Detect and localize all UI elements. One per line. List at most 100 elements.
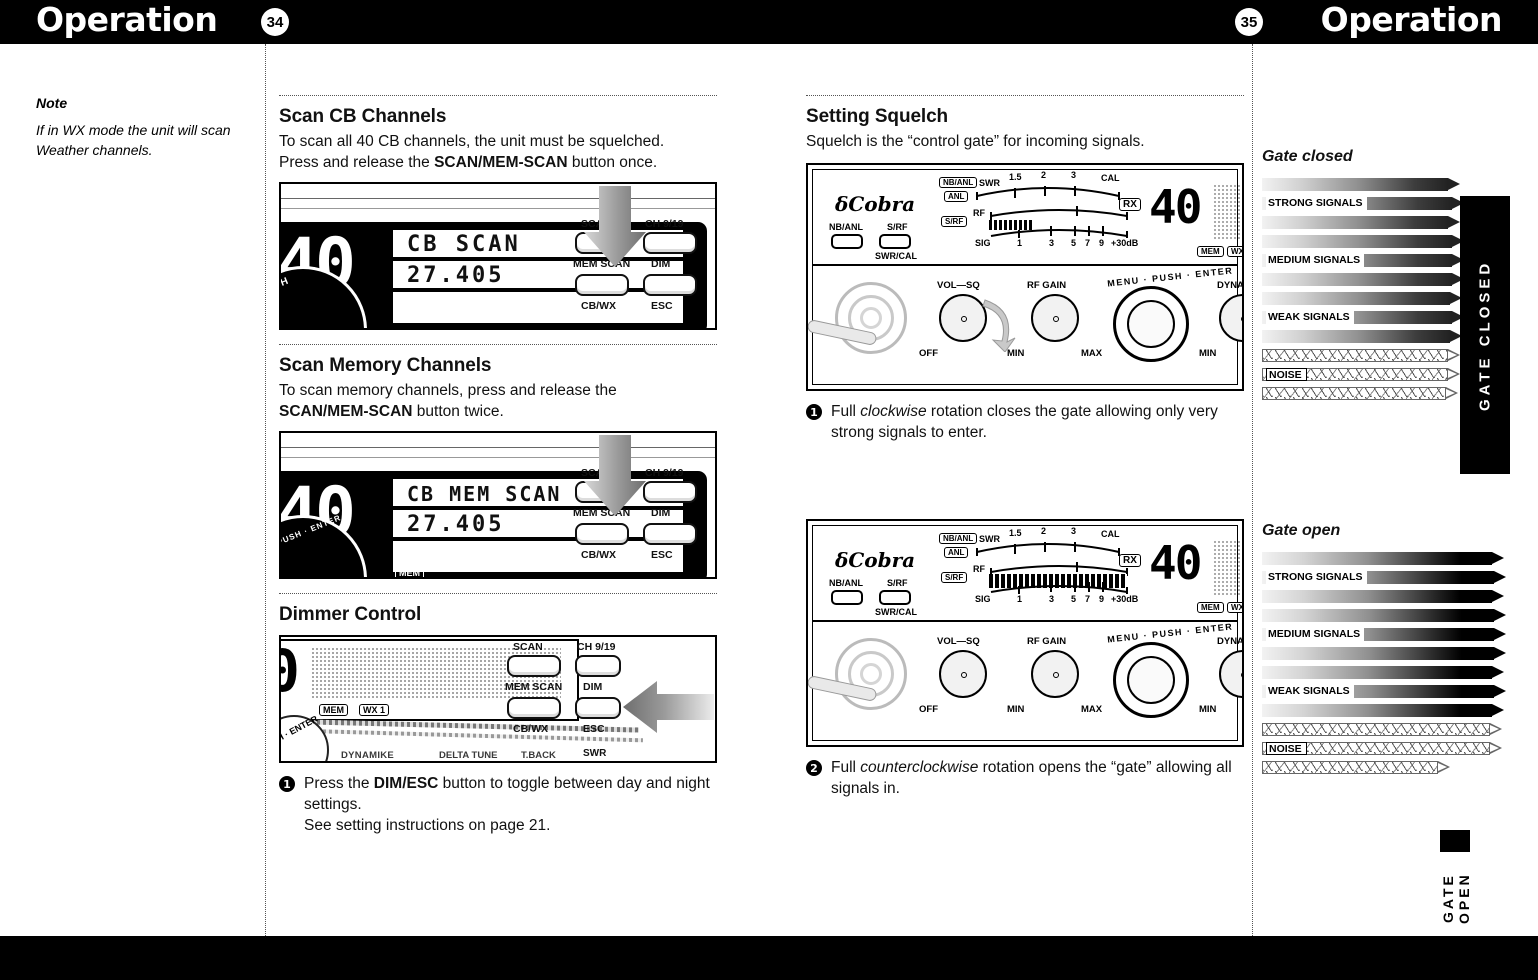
button-dim-esc-2[interactable] [643,523,697,545]
rf-meter-arc [990,206,1128,220]
knob-volume-squelch-2[interactable] [939,650,987,698]
rotation-arrow-clockwise [982,299,1016,352]
panel-display-area-2: δCobra NB/ANL S/RF SWR/CAL NB/ANL ANL S/… [813,526,1242,622]
knob-menu-2[interactable] [1113,642,1189,718]
label-dim-2: DIM [651,507,671,519]
button-nb-anl[interactable] [831,234,863,249]
step-squelch-1: 1 Full clockwise rotation closes the gat… [806,401,1244,443]
label-vol-sq-1: VOL—SQ [937,280,980,291]
section-subtitle-squelch: Squelch is the “control gate” for incomi… [806,133,1145,150]
label-dim-3: DIM [583,681,603,693]
section-rule [279,95,717,96]
sig-row [1262,704,1508,717]
swr-tick-3-2: 3 [1071,526,1077,536]
label-strong-signals: STRONG SIGNALS [1266,197,1367,210]
gate-closed-block: Gate closed STRONG SIGNALS MEDIUM SIGNAL… [1262,148,1510,478]
note-title: Note [36,95,68,111]
step-1-badge: 1 [806,404,822,420]
label-esc: ESC [651,300,673,312]
sig-row [1262,178,1508,191]
sig-row [1262,760,1508,774]
left-page-column: Scan CB Channels To scan all 40 CB chann… [279,95,717,836]
button-cb-wx[interactable] [575,274,629,296]
tag-s-rf: S/RF [941,216,968,227]
knob-dynamike-2[interactable] [1219,650,1242,698]
knob-dynamike-1[interactable] [1219,294,1242,342]
button-cb-wx-3[interactable] [507,697,561,719]
label-esc-3: ESC [583,723,605,735]
label-ch-9-19-3: CH 9/19 [577,641,616,653]
cobra-logo: δCobra [835,192,916,216]
knob-rf-gain-1[interactable] [1031,294,1079,342]
scan-mem-line1: To scan memory channels, press and relea… [279,382,617,399]
sig-row: STRONG SIGNALS [1262,571,1508,584]
sig-tick-7-b: 7 [1085,594,1091,604]
swr-tick-2-2: 2 [1041,526,1047,536]
button-scan-3[interactable] [507,655,561,677]
sig-tick-9-b: 9 [1099,594,1105,604]
button-ch-9-19-3[interactable] [575,655,621,677]
label-medium-signals: MEDIUM SIGNALS [1266,254,1365,267]
page-number-right: 35 [1235,8,1263,36]
button-cb-wx-2[interactable] [575,523,629,545]
step-dimmer-pre: Press the [304,775,374,792]
label-dim: DIM [651,258,671,270]
step-1-italic: clockwise [860,403,927,420]
tag-wx-2: WX 1 [1227,602,1242,613]
label-scan-3: SCAN [513,641,543,653]
knob-volume-squelch-1[interactable] [939,294,987,342]
label-swr-cal-btn: SWR/CAL [875,251,917,261]
header-bar [0,0,1538,44]
button-s-rf[interactable] [879,234,911,249]
label-cb-wx: CB/WX [581,300,616,312]
label-esc-2: ESC [651,549,673,561]
knob-menu-1[interactable] [1113,286,1189,362]
label-dynamike-1: DYNAMIKE [1217,280,1244,291]
label-min-1-2: MIN [1007,704,1025,715]
meter-label-rf: RF [973,208,985,218]
footer-bar [0,936,1538,980]
button-dim-esc[interactable] [643,274,697,296]
column-divider-left [265,44,266,936]
panel-channel-number-2: 40 [1149,536,1202,590]
note-body: If in WX mode the unit will scan Weather… [36,122,231,158]
swr-tick-1: 1.5 [1009,172,1022,182]
brand-text: Cobra [848,192,916,216]
callout-arrow-down-scan [584,186,646,267]
sig-meter-arc-2 [990,582,1128,594]
right-page-column: Setting Squelch Squelch is the “control … [806,95,1244,799]
button-nb-anl-2[interactable] [831,590,863,605]
label-swr-cal-btn-2: SWR/CAL [875,607,917,617]
gate-open-block: Gate open STRONG SIGNALS MEDIUM SIGNALS [1262,522,1508,924]
sig-row: WEAK SIGNALS [1262,685,1508,698]
scan-mem-button-name: SCAN/MEM-SCAN [279,403,413,420]
sig-row: MEDIUM SIGNALS [1262,628,1508,641]
illustration-scan-memory: 40 CB MEM SCAN 27.405 MEM NU · PUSH · EN… [279,431,717,579]
knob-rf-gain-2[interactable] [1031,650,1079,698]
front-panel-2: δCobra NB/ANL S/RF SWR/CAL NB/ANL ANL S/… [808,525,1242,741]
button-s-rf-2[interactable] [879,590,911,605]
swr-meter-arc-2 [976,542,1120,556]
step-2-pre: Full [831,759,861,776]
button-ch-9-19-2[interactable] [643,481,697,503]
rotary-dial-graphic-2: NU · PUSH · ENTER [281,513,367,577]
cobra-logo-2: δCobra [835,548,916,572]
gate-closed-diagram: STRONG SIGNALS MEDIUM SIGNALS WEAK SIGNA… [1262,178,1510,478]
gate-open-bar [1440,830,1470,852]
button-ch-9-19[interactable] [643,232,697,254]
label-mem-scan-3: MEM SCAN [505,681,563,693]
sig-row: NOISE [1262,741,1508,755]
label-ch-9-19: CH 9/19 [645,218,684,230]
sig-tick-5-b: 5 [1071,594,1077,604]
tag-wx: WX 1 [1227,246,1242,257]
step-dimmer-text: Press the DIM/ESC button to toggle betwe… [304,773,717,836]
step-dimmer-button: DIM/ESC [373,775,439,792]
menu-push-enter-label-1: MENU · PUSH · ENTER [1106,265,1234,289]
section-body-scan-cb: To scan all 40 CB channels, the unit mus… [279,131,717,173]
panel-dot-matrix-1 [1213,184,1242,240]
step-2-text: Full counterclockwise rotation opens the… [831,757,1244,799]
step-number-badge: 1 [279,776,295,792]
label-s-rf-btn: S/RF [887,222,908,232]
label-min-2-2: MIN [1199,704,1217,715]
button-dim-esc-3[interactable] [575,697,621,719]
